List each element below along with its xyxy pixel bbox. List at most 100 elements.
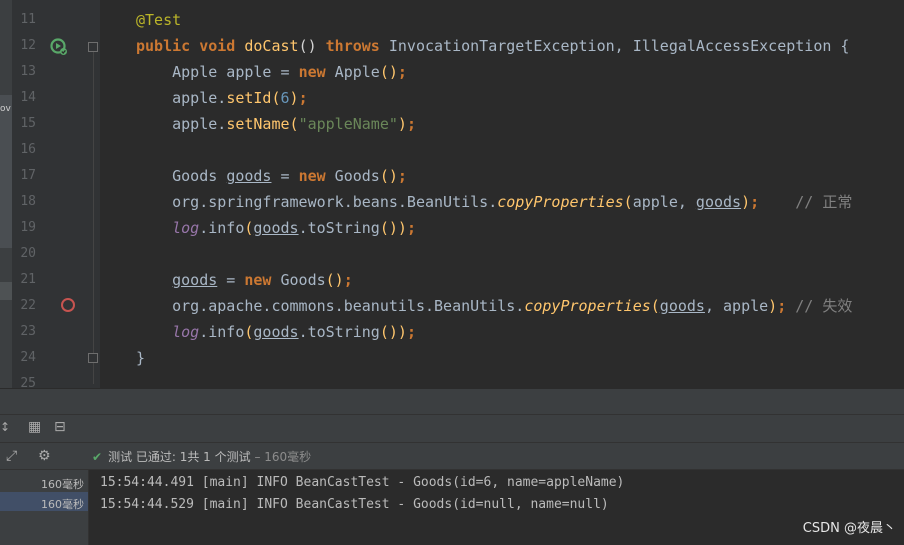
line-number: 15 [20,116,36,131]
tree-item-duration[interactable]: 160毫秒 [41,496,84,512]
class-name: Apple [172,63,218,81]
line-number: 19 [20,220,36,235]
line-number: 23 [20,324,36,339]
method-call: setName [226,115,290,133]
string-literal: "appleName" [298,115,398,133]
object: apple. [172,115,227,133]
method-call: copyProperties [497,193,624,211]
code-line-24: } [136,345,145,371]
code-line-21: goods = new Goods(); [136,267,353,293]
run-test-icon[interactable] [50,38,68,56]
semicolon: ; [406,115,416,133]
package-path: org.apache.commons.beanutils.BeanUtils. [172,297,525,315]
method-call: toString [307,219,380,237]
code-line-14: apple.setId(6); [136,85,308,111]
variable: goods [172,271,218,289]
semicolon: ; [397,63,407,81]
line-number: 14 [20,90,36,105]
dot: . [199,323,209,341]
method-name: doCast [244,37,299,55]
method-call: copyProperties [524,297,651,315]
semicolon: ; [750,193,796,211]
paren: ( [271,89,281,107]
code-editor[interactable]: ov 11 12 13 14 15 16 17 18 19 20 21 22 2… [0,0,904,388]
argument: apple, [632,193,696,211]
paren: () [325,271,344,289]
breakpoint-icon[interactable] [61,298,75,312]
method-call: setId [226,89,272,107]
code-line-23: log.info(goods.toString()); [136,319,416,345]
dot: . [298,219,308,237]
argument: , apple [704,297,769,315]
dot: . [298,323,308,341]
tree-item-duration[interactable]: 160毫秒 [41,476,84,492]
keyword: void [199,37,236,55]
semicolon: ; [406,323,416,341]
brace: } [136,349,146,367]
line-number: 18 [20,194,36,209]
paren: ) [768,297,778,315]
keyword: new [298,167,326,185]
line-number: 13 [20,64,36,79]
class-name: Apple [325,63,380,81]
variable: goods [226,167,272,185]
paren: ()) [379,323,407,341]
status-duration: – 160毫秒 [250,450,312,464]
argument: goods [695,193,742,211]
variable: goods [253,219,299,237]
line-number: 24 [20,350,36,365]
table-icon[interactable]: ▦ [28,419,41,435]
scroll-icon[interactable]: ↕ [0,420,10,434]
class-name: Goods [325,167,380,185]
paren: ( [623,193,633,211]
paren: () [379,63,398,81]
gear-icon[interactable]: ⚙ [38,448,51,464]
line-number: 16 [20,142,36,157]
semicolon: ; [298,89,308,107]
collapse-icon[interactable]: ⊟ [54,419,66,435]
number-literal: 6 [280,89,290,107]
expand-icon[interactable]: ⤢ [6,448,17,464]
semicolon: ; [406,219,416,237]
keyword: throws [325,37,380,55]
paren: () [379,167,398,185]
line-number: 22 [20,298,36,313]
semicolon: ; [777,297,796,315]
package-path: org.springframework.beans.BeanUtils. [172,193,498,211]
class-name: Goods [172,167,218,185]
console-line: 15:54:44.529 [main] INFO BeanCastTest - … [100,497,609,512]
class-name: Goods [271,271,326,289]
annotation: @Test [136,11,182,29]
assign: = [271,167,299,185]
keyword: new [298,63,326,81]
fold-icon[interactable] [88,42,98,52]
semicolon: ; [397,167,407,185]
left-tool-strip: ov [0,0,12,388]
keyword: new [244,271,272,289]
object: apple. [172,89,227,107]
exception-type: IllegalAccessException [632,37,832,55]
code-line-17: Goods goods = new Goods(); [136,163,407,189]
method-call: toString [307,323,380,341]
line-number: 12 [20,38,36,53]
fold-guide [93,50,94,384]
line-number: 17 [20,168,36,183]
test-status: ✔ 测试 已通过: 1共 1 个测试 – 160毫秒 [92,448,311,465]
log-field: log [172,323,200,341]
paren: ()) [379,219,407,237]
comment: // 正常 [795,193,853,211]
code-line-18: org.springframework.beans.BeanUtils.copy… [136,189,852,215]
dot: . [199,219,209,237]
paren: ) [397,115,407,133]
fold-icon[interactable] [88,353,98,363]
keyword: public [136,37,191,55]
brace: { [831,37,850,55]
code-line-12: public void doCast() throws InvocationTa… [136,33,849,59]
assign: = [217,271,245,289]
log-field: log [172,219,200,237]
paren: ( [650,297,660,315]
line-number: 20 [20,246,36,261]
paren: () [298,37,317,55]
line-number: 11 [20,12,36,27]
